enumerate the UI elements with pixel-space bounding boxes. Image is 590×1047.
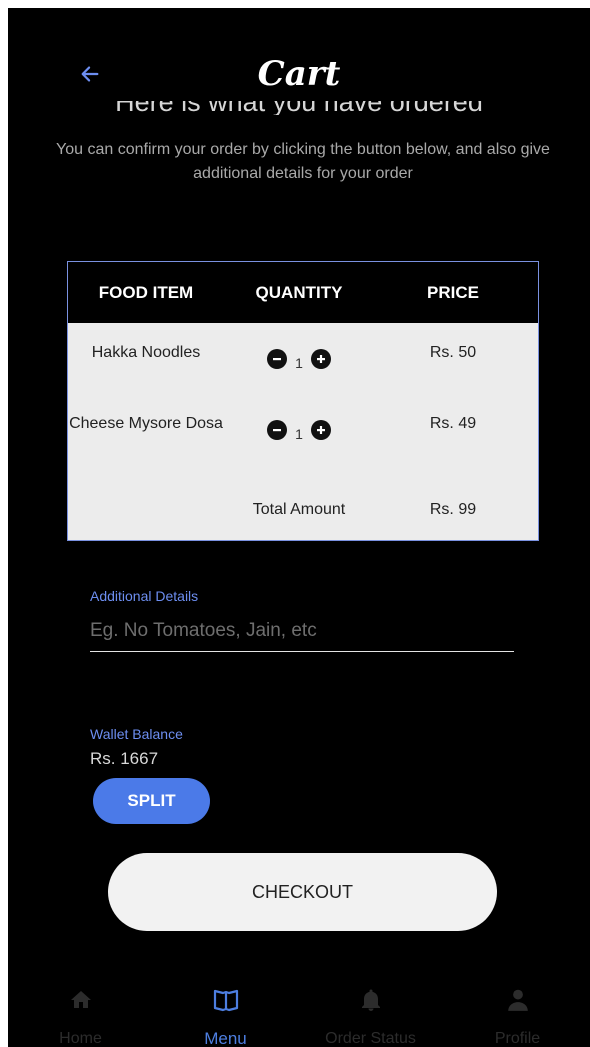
- table-header: FOOD ITEM QUANTITY PRICE: [68, 262, 538, 323]
- order-subtitle: You can confirm your order by clicking t…: [56, 141, 550, 182]
- cart-table: FOOD ITEM QUANTITY PRICE Hakka Noodles 1…: [67, 261, 539, 541]
- nav-item-home[interactable]: Home: [8, 968, 153, 1047]
- column-header-food-item: FOOD ITEM: [98, 283, 194, 302]
- plus-circle-icon: [316, 426, 325, 434]
- decrease-quantity-button[interactable]: [267, 420, 288, 440]
- checkout-button[interactable]: CHECKOUT: [108, 853, 497, 931]
- book-icon: [213, 989, 238, 1012]
- total-amount-label: Total Amount: [252, 501, 346, 518]
- nav-item-profile[interactable]: Profile: [445, 968, 590, 1047]
- bell-icon: [361, 989, 380, 1011]
- increase-quantity-button[interactable]: [310, 349, 331, 369]
- additional-details-input[interactable]: [90, 611, 514, 652]
- nav-label-order-status: Order Status: [325, 1030, 416, 1047]
- nav-item-menu[interactable]: Menu: [153, 968, 298, 1047]
- quantity-value: 1: [295, 355, 303, 371]
- home-icon: [70, 991, 91, 1008]
- minus-circle-icon: [273, 429, 282, 432]
- total-amount-value: Rs. 99: [429, 501, 477, 518]
- minus-circle-icon: [273, 358, 282, 361]
- cart-screen: Cart Here is what you have ordered You c…: [8, 8, 590, 1047]
- nav-label-home: Home: [59, 1030, 102, 1047]
- order-heading-clipped: Here is what you have ordered: [8, 101, 590, 115]
- wallet-balance-value: Rs. 1667: [90, 749, 159, 768]
- nav-item-order-status[interactable]: Order Status: [298, 968, 443, 1047]
- column-header-quantity: QUANTITY: [255, 283, 343, 302]
- person-icon: [507, 989, 528, 1011]
- food-item-name: Cheese Mysore Dosa: [69, 415, 223, 432]
- plus-circle-icon: [316, 355, 325, 363]
- order-heading: Here is what you have ordered: [8, 101, 590, 115]
- decrease-quantity-button[interactable]: [267, 349, 288, 369]
- quantity-value: 1: [295, 426, 303, 442]
- food-item-name: Hakka Noodles: [91, 344, 201, 361]
- page-title: Cart: [257, 54, 341, 94]
- additional-details-label: Additional Details: [90, 588, 199, 604]
- wallet-balance-label: Wallet Balance: [90, 726, 183, 742]
- quantity-stepper: 1: [224, 415, 374, 445]
- nav-label-menu: Menu: [204, 1029, 247, 1047]
- split-button[interactable]: SPLIT: [93, 778, 210, 824]
- bottom-navigation: Home Menu Order Status Profile: [8, 968, 590, 1047]
- nav-label-profile: Profile: [494, 1030, 541, 1047]
- column-header-price: PRICE: [427, 283, 479, 302]
- increase-quantity-button[interactable]: [310, 420, 331, 440]
- food-item-price: Rs. 50: [429, 344, 477, 361]
- quantity-stepper: 1: [224, 344, 374, 374]
- food-item-price: Rs. 49: [429, 415, 477, 432]
